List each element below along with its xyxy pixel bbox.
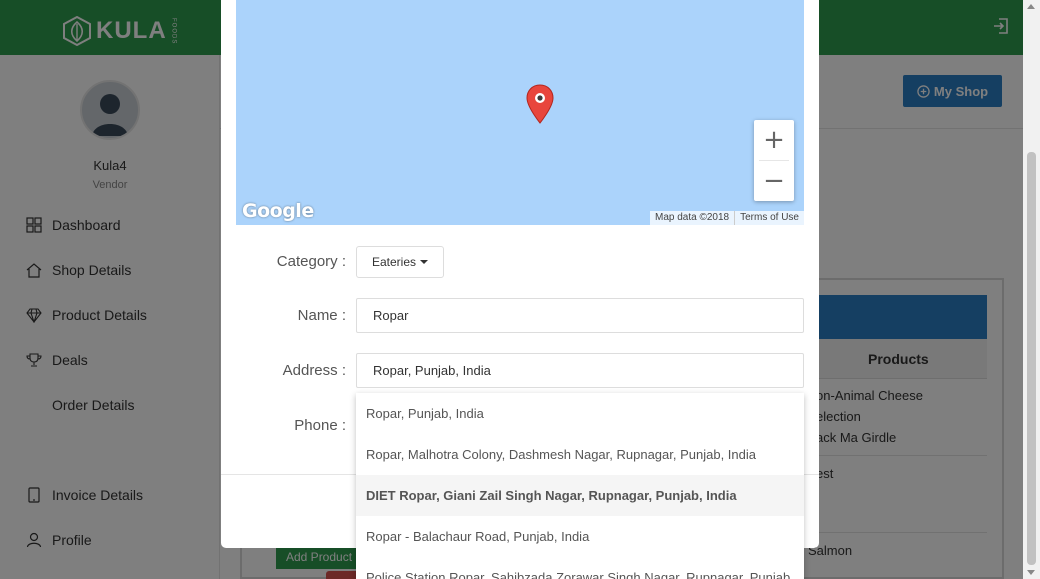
page-scrollbar[interactable] [1023, 0, 1040, 579]
map-view[interactable]: + − Google Map data ©2018 Terms of Use [236, 0, 804, 225]
category-label: Category : [276, 253, 346, 270]
category-value: Eateries [371, 255, 417, 269]
google-logo[interactable]: Google [242, 200, 314, 222]
suggestion-item[interactable]: Ropar, Malhotra Colony, Dashmesh Nagar, … [356, 434, 804, 475]
phone-label: Phone : [294, 417, 346, 434]
zoom-control: + − [754, 120, 794, 201]
category-dropdown[interactable]: Eateries [356, 246, 444, 278]
map-attribution: Map data ©2018 Terms of Use [650, 211, 804, 225]
name-input[interactable] [356, 298, 804, 333]
scroll-thumb[interactable] [1027, 152, 1036, 565]
address-suggestions: Ropar, Punjab, India Ropar, Malhotra Col… [356, 393, 804, 579]
map-pin-icon[interactable] [526, 84, 554, 129]
zoom-in-button[interactable]: + [754, 120, 794, 160]
terms-of-use-link[interactable]: Terms of Use [734, 211, 804, 225]
map-data-label: Map data ©2018 [650, 211, 735, 225]
caret-down-icon [420, 260, 429, 264]
zoom-out-button[interactable]: − [754, 161, 794, 201]
scroll-down-arrow-icon[interactable] [1027, 570, 1035, 575]
suggestion-item[interactable]: Ropar, Punjab, India [356, 393, 804, 434]
suggestion-item[interactable]: Ropar - Balachaur Road, Punjab, India [356, 516, 804, 557]
suggestion-item[interactable]: Police Station Ropar, Sahibzada Zorawar … [356, 557, 804, 579]
address-input[interactable] [356, 353, 804, 388]
suggestion-item[interactable]: DIET Ropar, Giani Zail Singh Nagar, Rupn… [356, 475, 804, 516]
name-label: Name : [297, 307, 346, 324]
scroll-up-arrow-icon[interactable] [1027, 4, 1035, 9]
address-label: Address : [282, 362, 346, 379]
